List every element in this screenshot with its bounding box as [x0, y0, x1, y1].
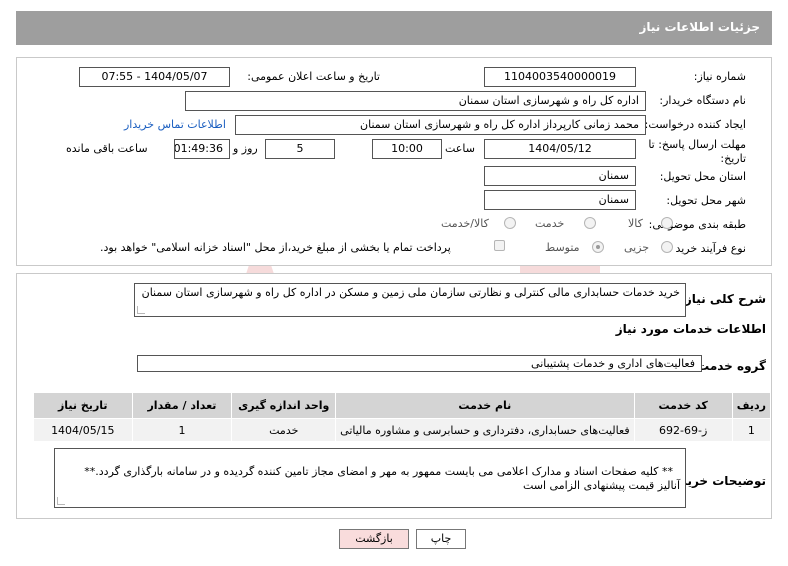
col-date-header: تاریخ نیاز — [33, 392, 133, 419]
cell-unit: خدمت — [231, 418, 337, 442]
summary-label: شرح کلی نیاز: — [680, 292, 766, 306]
summary-textarea: خرید خدمات حسابداری مالی کنترلی و نظارتی… — [134, 283, 686, 317]
buyer-notes-text: ** کلیه صفحات اسناد و مدارک اعلامی می با… — [84, 465, 680, 492]
purchase-minor-label: جزیی — [624, 241, 650, 254]
col-code-header: کد خدمت — [633, 392, 733, 419]
deadline-time-label: ساعت — [445, 142, 475, 155]
delivery-province-label: استان محل تحویل: — [659, 170, 746, 183]
cell-row: 1 — [731, 418, 772, 442]
remaining-days-field: 5 — [265, 139, 335, 159]
services-table: ردیف کد خدمت نام خدمت واحد اندازه گیری ت… — [33, 392, 772, 442]
purchase-medium-label: متوسط — [545, 241, 580, 254]
services-table-header: ردیف کد خدمت نام خدمت واحد اندازه گیری ت… — [33, 392, 772, 419]
page-title: جزئیات اطلاعات نیاز — [639, 20, 760, 34]
service-group-field: فعالیت‌های اداری و خدمات پشتیبانی — [137, 355, 702, 372]
need-number-field: 1104003540000019 — [484, 67, 636, 87]
back-button[interactable]: بازگشت — [339, 529, 409, 549]
delivery-province-field: سمنان — [484, 166, 636, 186]
table-row: 1 ز-69-692 فعالیت‌های حسابداری، دفترداری… — [33, 418, 772, 442]
announce-datetime-field: 1404/05/07 - 07:55 — [79, 67, 230, 87]
col-row-header: ردیف — [731, 392, 772, 419]
requester-field: محمد زمانی کارپرداز اداره کل راه و شهرسا… — [235, 115, 646, 135]
category-service-label: خدمت — [535, 217, 565, 230]
resize-handle-icon[interactable] — [137, 306, 145, 314]
cell-code: ز-69-692 — [633, 418, 733, 442]
buyer-contact-link[interactable]: اطلاعات تماس خریدار — [124, 118, 226, 131]
remaining-time-field: 01:49:36 — [174, 139, 230, 159]
requester-label: ایجاد کننده درخواست: — [644, 118, 746, 131]
cell-name: فعالیت‌های حسابداری، دفترداری و حسابرسی … — [335, 418, 635, 442]
print-button[interactable]: چاپ — [416, 529, 466, 549]
deadline-time-field: 10:00 — [372, 139, 442, 159]
resize-handle-icon[interactable] — [57, 497, 65, 505]
col-unit-header: واحد اندازه گیری — [231, 392, 337, 419]
category-service-radio[interactable] — [584, 217, 596, 229]
summary-text: خرید خدمات حسابداری مالی کنترلی و نظارتی… — [141, 286, 680, 299]
category-goods-service-label: کالا/خدمت — [441, 217, 489, 230]
deadline-label-line1: مهلت ارسال پاسخ: تا — [648, 138, 746, 151]
remaining-time-label: ساعت باقی مانده — [66, 142, 148, 155]
category-goods-label: کالا — [628, 217, 643, 230]
delivery-city-label: شهر محل تحویل: — [666, 194, 746, 207]
remaining-days-label: روز و — [233, 142, 258, 155]
col-qty-header: تعداد / مقدار — [131, 392, 233, 419]
purchase-type-label: نوع فرآیند خرید : — [668, 242, 746, 255]
buyer-notes-textarea: ** کلیه صفحات اسناد و مدارک اعلامی می با… — [54, 448, 686, 508]
cell-date: 1404/05/15 — [33, 418, 133, 442]
services-section-title: اطلاعات خدمات مورد نیاز — [615, 322, 766, 336]
need-number-label: شماره نیاز: — [693, 70, 746, 83]
buyer-org-field: اداره کل راه و شهرسازی استان سمنان — [185, 91, 646, 111]
purchase-minor-radio[interactable] — [661, 241, 673, 253]
treasury-bonds-text: پرداخت تمام یا بخشی از مبلغ خرید،از محل … — [100, 241, 451, 254]
purchase-medium-radio[interactable] — [592, 241, 604, 253]
cell-qty: 1 — [131, 418, 233, 442]
deadline-label-line2: تاریخ: — [720, 152, 746, 165]
treasury-bonds-checkbox[interactable] — [494, 240, 505, 251]
category-goods-radio[interactable] — [661, 217, 673, 229]
service-group-label: گروه خدمت: — [692, 359, 766, 373]
buyer-org-label: نام دستگاه خریدار: — [659, 94, 746, 107]
announce-datetime-label: تاریخ و ساعت اعلان عمومی: — [247, 70, 380, 83]
col-name-header: نام خدمت — [335, 392, 635, 419]
deadline-date-field: 1404/05/12 — [484, 139, 636, 159]
need-info-panel — [16, 57, 772, 266]
category-goods-service-radio[interactable] — [504, 217, 516, 229]
header-bar: جزئیات اطلاعات نیاز — [16, 11, 772, 45]
delivery-city-field: سمنان — [484, 190, 636, 210]
